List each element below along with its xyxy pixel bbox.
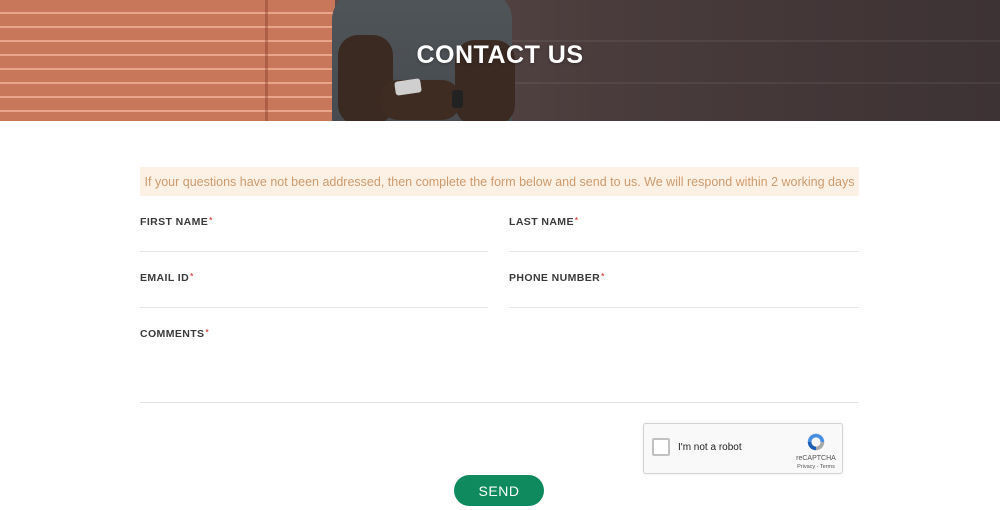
send-button[interactable]: SEND <box>454 475 544 506</box>
last-name-underline <box>509 251 859 252</box>
first-name-input[interactable] <box>140 232 492 252</box>
hero-banner: CONTACT US <box>0 0 1000 121</box>
phone-label-text: PHONE NUMBER <box>509 272 601 284</box>
watch-image <box>452 90 463 108</box>
recaptcha-links[interactable]: Privacy - Terms <box>788 464 844 470</box>
recaptcha-widget: I'm not a robot reCAPTCHA Privacy - Term… <box>643 423 843 474</box>
email-underline <box>140 307 488 308</box>
comments-label-text: COMMENTS <box>140 328 205 340</box>
comments-label: COMMENTS* <box>140 328 859 340</box>
recaptcha-label: I'm not a robot <box>678 442 742 453</box>
recaptcha-logo-icon <box>807 433 825 451</box>
recaptcha-checkbox[interactable] <box>652 438 670 456</box>
last-name-label-text: LAST NAME <box>509 216 574 228</box>
first-name-label: FIRST NAME* <box>140 216 488 228</box>
email-label-text: EMAIL ID <box>140 272 190 284</box>
comments-textarea[interactable] <box>140 344 863 404</box>
required-mark: * <box>209 216 213 225</box>
phone-label: PHONE NUMBER* <box>509 272 859 284</box>
required-mark: * <box>601 272 605 281</box>
required-mark: * <box>574 216 579 225</box>
email-field: EMAIL ID* <box>140 272 492 310</box>
email-input[interactable] <box>140 288 492 308</box>
first-name-underline <box>140 251 488 252</box>
comments-underline <box>140 402 859 403</box>
last-name-input[interactable] <box>509 232 863 252</box>
page-title: CONTACT US <box>416 41 584 69</box>
email-label: EMAIL ID* <box>140 272 488 284</box>
first-name-field: FIRST NAME* <box>140 216 492 254</box>
last-name-field: LAST NAME* <box>509 216 863 254</box>
last-name-label: LAST NAME* <box>509 216 859 228</box>
info-notice: If your questions have not been addresse… <box>140 167 859 196</box>
comments-field: COMMENTS* <box>140 328 863 406</box>
phone-input[interactable] <box>509 288 863 308</box>
required-mark: * <box>190 272 194 281</box>
recaptcha-brand: reCAPTCHA <box>796 455 836 462</box>
required-mark: * <box>205 328 209 337</box>
phone-underline <box>509 307 859 308</box>
phone-field: PHONE NUMBER* <box>509 272 863 310</box>
first-name-label-text: FIRST NAME <box>140 216 209 228</box>
